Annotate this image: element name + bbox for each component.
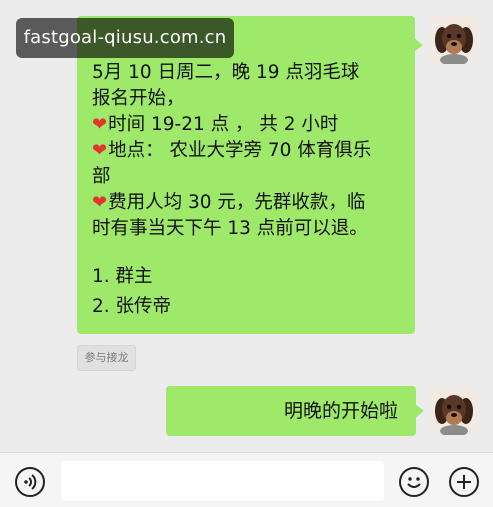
message-line: 时有事当天下午 13 点前可以退。 [92,218,368,239]
input-bar [0,452,493,507]
message-line: ❤时间 19-21 点 ， 共 2 小时 [92,114,339,135]
join-relay-button[interactable]: 参与接龙 [77,345,136,371]
bubble-tail [415,404,424,418]
plus-icon[interactable] [449,467,479,497]
message-text: 5月 10 日周二，晚 19 点羽毛球 报名开始， ❤时间 19-21 点 ， … [92,60,407,322]
list-item: 2. 张传帝 [92,296,172,317]
bubble-tail [414,38,423,52]
message-bubble-start[interactable]: 明晚的开始啦 [166,386,424,436]
list-item: 1. 群主 [92,266,153,287]
dog-avatar-icon[interactable] [430,387,478,435]
heart-icon: ❤ [92,140,108,161]
message-line: 报名开始， [92,88,185,109]
emoji-icon[interactable] [399,467,429,497]
message-line: ❤费用人均 30 元，先群收款，临 [92,192,366,213]
dog-avatar-icon[interactable] [430,16,478,64]
message-line: 5月 10 日周二，晚 19 点羽毛球 [92,62,360,83]
watermark: fastgoal-qiusu.com.cn [16,18,234,58]
message-input[interactable] [61,461,384,501]
chat-area: fastgoal-qiusu.com.cn 5月 10 日周二，晚 19 点羽毛… [0,0,493,452]
message-line: 部 [92,166,111,187]
message-bubble-signup[interactable]: 5月 10 日周二，晚 19 点羽毛球 报名开始， ❤时间 19-21 点 ， … [77,16,423,334]
heart-icon: ❤ [92,192,108,213]
message-text: 明晚的开始啦 [283,400,398,422]
voice-icon[interactable] [15,467,45,497]
message-line: ❤地点： 农业大学旁 70 体育俱乐 [92,140,372,161]
heart-icon: ❤ [92,114,108,135]
